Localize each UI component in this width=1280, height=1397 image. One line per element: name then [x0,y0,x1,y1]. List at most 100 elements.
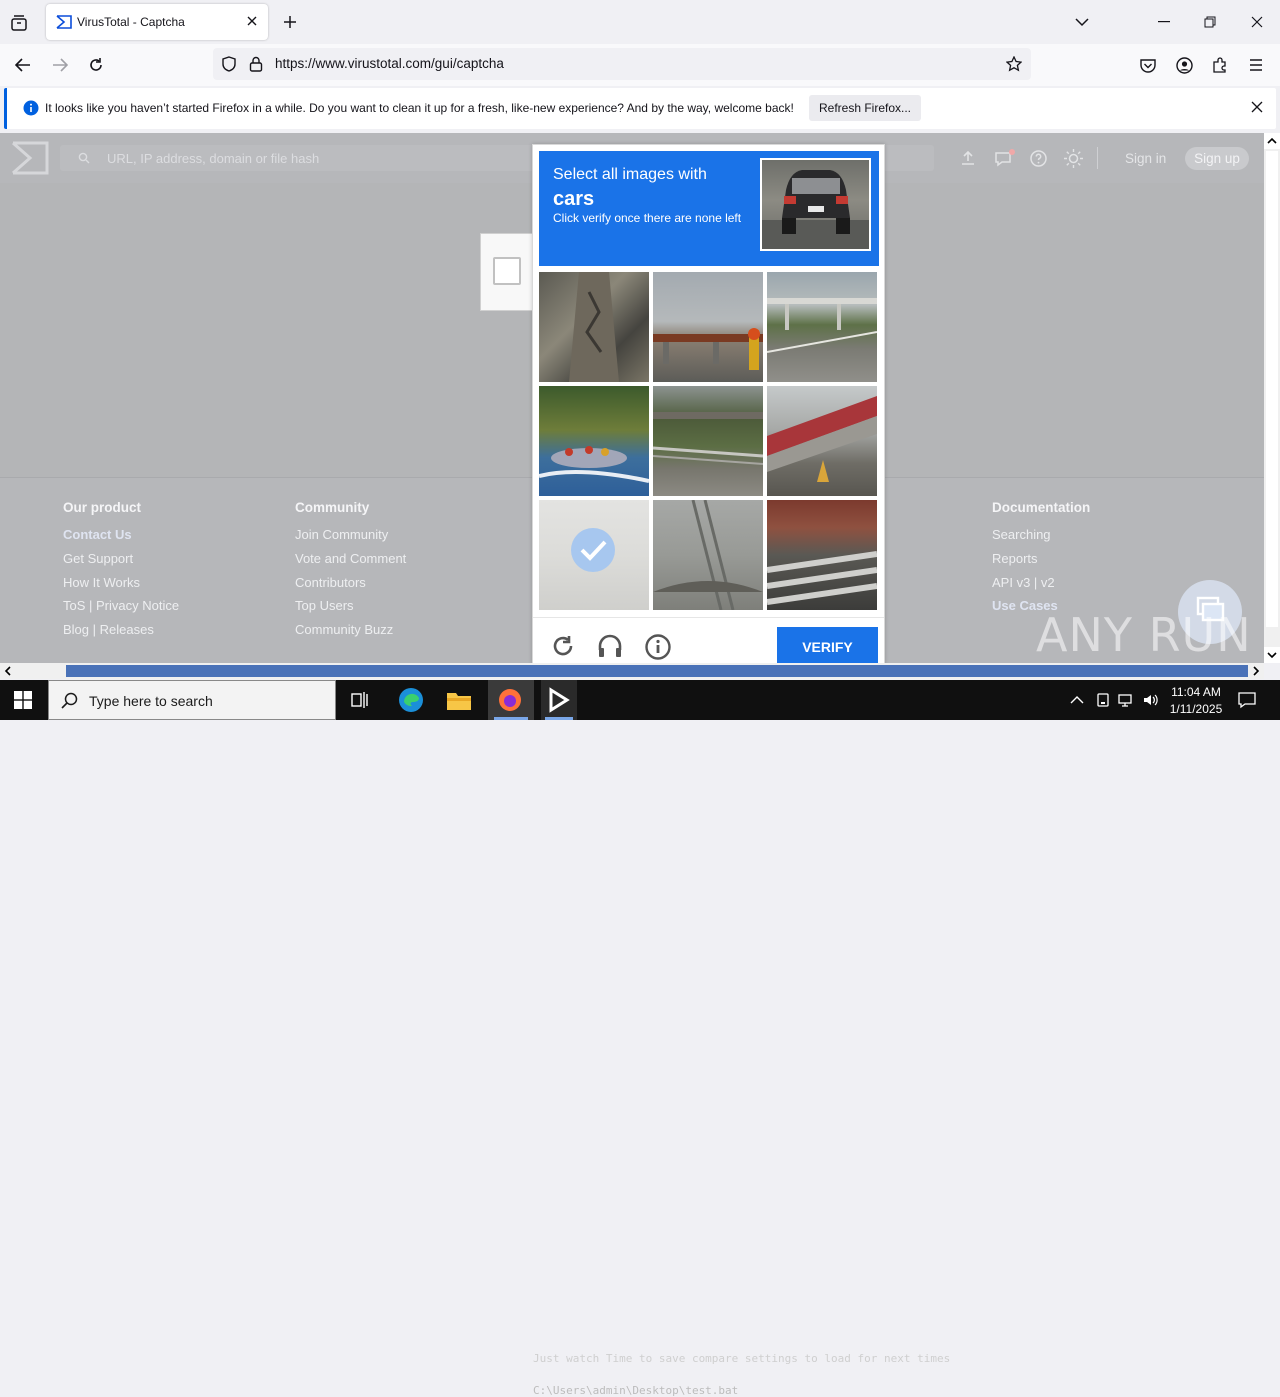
extensions-icon[interactable] [1210,55,1230,75]
firefox-taskbar-icon[interactable] [488,680,534,720]
bookmark-star-icon[interactable] [1005,55,1023,75]
sign-in-link[interactable]: Sign in [1125,151,1166,166]
close-notification-icon[interactable] [1251,101,1263,116]
task-view-icon[interactable] [350,690,370,713]
new-tab-icon[interactable] [280,12,300,32]
lock-icon[interactable] [249,56,263,75]
pocket-icon[interactable] [1138,55,1158,75]
tracking-protection-shield-icon[interactable] [221,56,237,75]
info-icon [23,100,39,119]
refresh-firefox-button[interactable]: Refresh Firefox... [809,95,921,121]
windows-start-icon[interactable] [14,691,32,712]
firefox-refresh-notification: It looks like you haven’t started Firefo… [4,88,1276,129]
console-line: C:\Users\admin\Desktop\test.bat [533,1384,739,1397]
scroll-up-arrow-icon[interactable] [1264,133,1280,149]
captcha-tile-3[interactable] [767,272,877,382]
audio-challenge-headphones-icon[interactable] [597,634,623,661]
device-icon[interactable] [1095,692,1111,711]
url-text[interactable]: https://www.virustotal.com/gui/captcha [275,56,504,71]
reload-icon[interactable] [86,55,106,75]
footer-link[interactable]: Reports [992,551,1090,575]
back-icon[interactable] [13,55,33,75]
footer-link[interactable]: Vote and Comment [295,551,406,575]
notifications-action-center-icon[interactable] [1238,691,1256,712]
footer-link[interactable]: Community Buzz [295,622,406,646]
image-captcha-dialog: Select all images with cars Click verify… [532,144,885,667]
virustotal-logo-icon[interactable] [11,141,49,178]
console-overlay: Just watch Time to save compare settings… [533,1352,950,1397]
close-window-icon[interactable] [1247,12,1267,32]
horizontal-scroll-thumb[interactable] [66,665,1248,677]
list-tabs-chevron-down-icon[interactable] [1072,12,1092,32]
theme-sun-icon[interactable] [1064,149,1083,171]
reload-challenge-icon[interactable] [551,634,575,661]
footer-link[interactable]: API v3 | v2 [992,575,1090,599]
captcha-tile-8[interactable] [653,500,763,610]
scroll-right-arrow-icon[interactable] [1248,663,1264,679]
system-clock[interactable]: 11:04 AM 1/11/2025 [1162,684,1230,718]
footer-link[interactable]: Searching [992,527,1090,551]
captcha-tile-9[interactable] [767,500,877,610]
footer-link[interactable]: Blog | Releases [63,622,179,646]
captcha-hint: Click verify once there are none left [553,211,742,225]
captcha-instruction: Select all images with [553,166,707,183]
edge-browser-icon[interactable] [398,687,424,716]
info-help-icon[interactable] [645,634,671,663]
captcha-tile-1[interactable] [539,272,649,382]
taskbar-search-placeholder: Type here to search [89,693,213,709]
captcha-tile-4[interactable] [539,386,649,496]
verify-button[interactable]: VERIFY [777,627,878,667]
footer-heading: Documentation [992,500,1091,515]
close-tab-icon[interactable] [244,13,260,29]
footer-heading: Our product [63,500,141,515]
taskbar-search-box[interactable]: Type here to search [48,680,336,720]
volume-icon[interactable] [1142,692,1160,711]
horizontal-scrollbar[interactable] [0,663,1264,679]
anyrun-taskbar-icon[interactable] [541,680,577,720]
search-icon [78,152,90,167]
vt-search-placeholder: URL, IP address, domain or file hash [107,151,320,166]
footer-link[interactable]: Top Users [295,598,406,622]
tab-title: VirusTotal - Captcha [77,15,185,29]
upload-icon[interactable] [960,150,976,169]
sign-up-button[interactable]: Sign up [1185,147,1249,170]
captcha-checkbox[interactable] [493,257,521,285]
windows-taskbar: Type here to search Just watch Time to s… [0,680,1280,1397]
tab-virustotal[interactable]: VirusTotal - Captcha [46,4,268,40]
notifications-chat-icon[interactable] [994,148,1016,171]
app-menu-hamburger-icon[interactable] [1246,55,1266,75]
captcha-tile-6[interactable] [767,386,877,496]
header-divider [1097,147,1098,169]
vertical-scroll-thumb[interactable] [1266,151,1278,627]
captcha-tile-5[interactable] [653,386,763,496]
file-explorer-icon[interactable] [446,688,472,715]
footer-link[interactable]: ToS | Privacy Notice [63,598,179,622]
footer-link[interactable]: How It Works [63,575,179,599]
forward-icon[interactable] [50,55,70,75]
restore-icon[interactable] [1200,12,1220,32]
footer-heading: Community [295,500,370,515]
footer-link[interactable]: Contact Us [63,527,179,551]
scroll-left-arrow-icon[interactable] [0,663,16,679]
captcha-tile-7-selected[interactable] [539,500,649,610]
footer-col-community: Community Join Community Vote and Commen… [295,500,406,646]
captcha-sample-car-image [760,158,871,251]
notification-message: It looks like you haven’t started Firefo… [45,101,794,115]
captcha-tile-2[interactable] [653,272,763,382]
footer-col-product: Our product Contact Us Get Support How I… [63,500,179,646]
network-icon[interactable] [1118,692,1136,711]
scroll-down-arrow-icon[interactable] [1264,647,1280,663]
footer-link[interactable]: Join Community [295,527,406,551]
url-bar[interactable]: https://www.virustotal.com/gui/captcha [213,48,1031,80]
firefox-view-icon[interactable] [8,12,30,34]
account-icon[interactable] [1174,55,1194,75]
show-hidden-icons-chevron-up-icon[interactable] [1070,693,1084,708]
clock-date: 1/11/2025 [1169,702,1223,716]
navigation-toolbar: https://www.virustotal.com/gui/captcha [0,44,1280,86]
footer-link[interactable]: Get Support [63,551,179,575]
vertical-scrollbar[interactable] [1264,133,1280,663]
virustotal-favicon-icon [56,15,72,32]
help-icon[interactable] [1030,150,1047,170]
footer-link[interactable]: Contributors [295,575,406,599]
minimize-icon[interactable] [1154,12,1174,32]
